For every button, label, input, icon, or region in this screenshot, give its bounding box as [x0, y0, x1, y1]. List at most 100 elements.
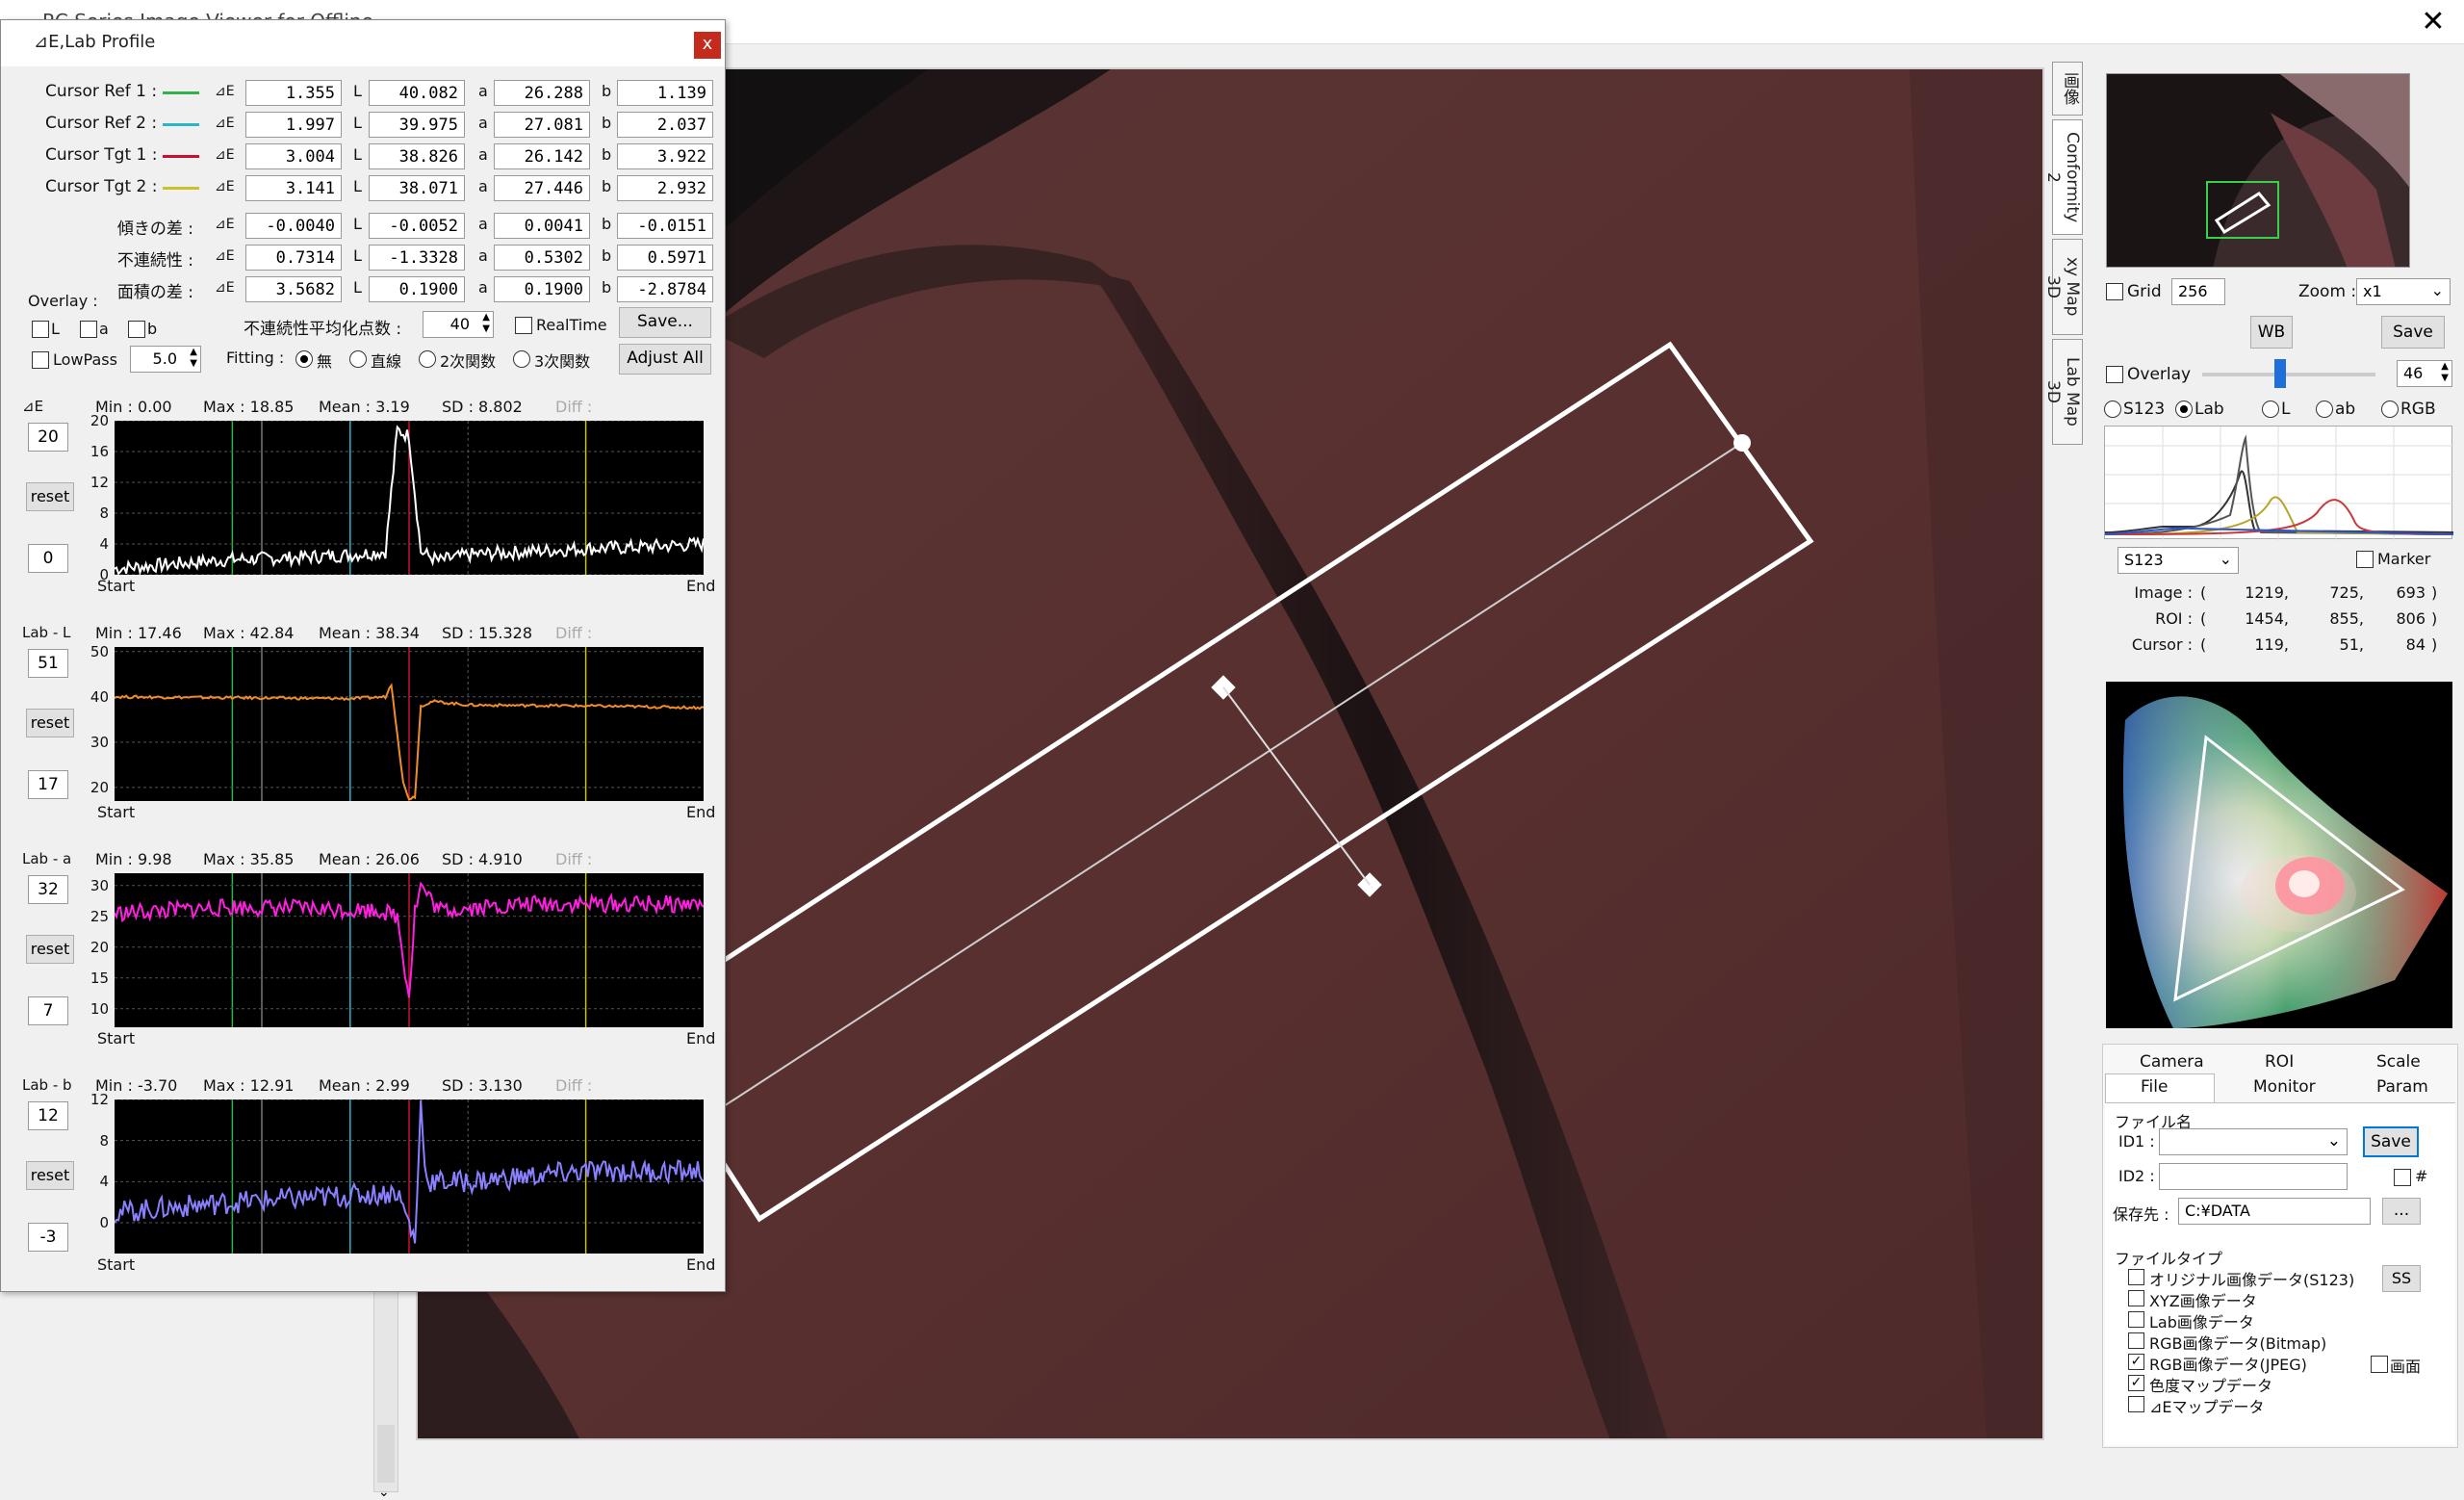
- scale-reset-button[interactable]: reset: [26, 482, 74, 511]
- zoom-select[interactable]: x1 ⌄: [2356, 278, 2451, 305]
- scale-min-input[interactable]: 0: [28, 544, 68, 573]
- mode-label-s123: S123: [2123, 400, 2166, 419]
- readout-v1: 1219,: [2245, 583, 2289, 602]
- mode-radio-s123[interactable]: [2104, 401, 2121, 418]
- ss-button[interactable]: SS: [2382, 1265, 2421, 1292]
- stat-sd: SD : 4.910: [442, 850, 523, 868]
- delta-e-label: ⊿E: [215, 248, 235, 264]
- spin-icon[interactable]: ▲ ▼: [482, 312, 490, 335]
- scale-reset-button[interactable]: reset: [26, 935, 74, 964]
- filetype-checkbox[interactable]: [2128, 1332, 2144, 1349]
- scale-min-input[interactable]: -3: [28, 1223, 68, 1252]
- profile-plot[interactable]: [114, 873, 705, 1027]
- y-tick-label: 12: [90, 474, 109, 491]
- hash-checkbox[interactable]: [2394, 1169, 2411, 1186]
- stat-sd: SD : 8.802: [442, 398, 523, 416]
- scale-max-input[interactable]: 32: [28, 875, 68, 904]
- mode-radio-rgb[interactable]: [2381, 401, 2399, 418]
- overlay-slider-thumb[interactable]: [2274, 359, 2286, 388]
- y-tick-label: 0: [99, 1214, 109, 1231]
- profile-save-button[interactable]: Save...: [619, 307, 711, 338]
- filetype-label: RGB画像データ(JPEG): [2149, 1356, 2307, 1374]
- tab-conformity-2[interactable]: Conformity 2: [2043, 119, 2083, 235]
- profile-plot[interactable]: [114, 647, 705, 801]
- tab-monitor[interactable]: Monitor: [2253, 1077, 2316, 1097]
- overlay-l-checkbox[interactable]: [32, 321, 49, 338]
- profile-plot[interactable]: [114, 420, 705, 577]
- fitting-radio-cubic[interactable]: [513, 350, 530, 368]
- overlay-a-checkbox[interactable]: [80, 321, 97, 338]
- tab-xy-map-3d[interactable]: xy Map 3D: [2043, 239, 2083, 335]
- filetype-checkbox[interactable]: ✓: [2128, 1375, 2144, 1391]
- b-value-field: -2.8784: [617, 276, 713, 302]
- scale-reset-button[interactable]: reset: [26, 709, 74, 737]
- scale-max-input[interactable]: 51: [28, 649, 68, 678]
- l-value-field: 0.1900: [369, 276, 465, 302]
- row-label: Cursor Ref 2 :: [45, 114, 158, 133]
- fitting-radio-linear[interactable]: [349, 350, 367, 368]
- y-tick-label: 4: [99, 535, 109, 553]
- scale-min-input[interactable]: 7: [28, 996, 68, 1025]
- dialog-close-button[interactable]: x: [694, 32, 721, 59]
- grid-checkbox[interactable]: [2106, 283, 2123, 300]
- filename-save-button[interactable]: Save: [2363, 1126, 2419, 1157]
- window-close-icon[interactable]: ✕: [2414, 6, 2452, 39]
- overlay-checkbox[interactable]: [2106, 366, 2123, 383]
- overlay-b-label: b: [147, 320, 158, 338]
- wb-button[interactable]: WB: [2250, 316, 2293, 349]
- browse-button[interactable]: ...: [2382, 1198, 2421, 1225]
- filetype-checkbox[interactable]: [2128, 1311, 2144, 1328]
- scrollbar-thumb[interactable]: [377, 1425, 395, 1483]
- filetype-checkbox[interactable]: [2128, 1269, 2144, 1285]
- filetype-checkbox[interactable]: ✓: [2128, 1354, 2144, 1370]
- tab-lab-map-3d[interactable]: Lab Map 3D: [2043, 339, 2083, 445]
- marker-checkbox[interactable]: [2356, 551, 2374, 568]
- lowpass-checkbox[interactable]: [32, 351, 49, 369]
- scale-max-input[interactable]: 20: [28, 423, 68, 452]
- spin-icon[interactable]: ▲ ▼: [190, 347, 197, 370]
- destination-input[interactable]: C:¥DATA: [2178, 1198, 2371, 1225]
- screen-checkbox[interactable]: [2371, 1356, 2388, 1373]
- readout-v2: 51,: [2339, 635, 2364, 654]
- id1-select[interactable]: ⌄: [2159, 1128, 2348, 1155]
- tab-param[interactable]: Param: [2376, 1077, 2428, 1097]
- overlay-b-checkbox[interactable]: [128, 321, 145, 338]
- thumbnail-save-button[interactable]: Save: [2381, 316, 2445, 349]
- adjust-all-button[interactable]: Adjust All: [619, 344, 711, 375]
- grid-size-input[interactable]: 256: [2171, 278, 2225, 305]
- tab-file[interactable]: File: [2105, 1073, 2215, 1102]
- a-value-field: 26.142: [494, 143, 590, 169]
- lowpass-input[interactable]: 5.0 ▲ ▼: [130, 346, 201, 373]
- tab-scale[interactable]: Scale: [2376, 1052, 2421, 1072]
- fitting-radio-quadratic[interactable]: [419, 350, 436, 368]
- stat-mean: Mean : 26.06: [319, 850, 420, 868]
- filetype-checkbox[interactable]: [2128, 1396, 2144, 1412]
- navigator-thumbnail[interactable]: [2106, 73, 2410, 268]
- tab-roi[interactable]: ROI: [2265, 1052, 2294, 1072]
- overlay-slider-track[interactable]: [2202, 373, 2375, 376]
- scale-min-input[interactable]: 17: [28, 770, 68, 799]
- overlay-value-input[interactable]: 46 ▲ ▼: [2397, 360, 2452, 387]
- chart-title: ⊿E: [22, 398, 44, 415]
- average-points-input[interactable]: 40 ▲ ▼: [423, 311, 494, 338]
- y-tick-label: 25: [90, 907, 109, 925]
- tab-camera[interactable]: Camera: [2140, 1052, 2204, 1072]
- mode-radio-ab[interactable]: [2316, 401, 2333, 418]
- fitting-radio-none[interactable]: [295, 350, 313, 368]
- id2-input[interactable]: [2159, 1163, 2348, 1190]
- mode-radio-lab[interactable]: [2175, 401, 2193, 418]
- scale-max-input[interactable]: 12: [28, 1101, 68, 1130]
- scroll-down-icon[interactable]: ⌄: [378, 1485, 390, 1500]
- scale-reset-button[interactable]: reset: [26, 1161, 74, 1190]
- tab-image[interactable]: 画像: [2052, 62, 2083, 116]
- realtime-checkbox[interactable]: [515, 317, 532, 334]
- filetype-checkbox[interactable]: [2128, 1290, 2144, 1306]
- profile-end-handle[interactable]: [1733, 434, 1751, 452]
- color-space-select[interactable]: S123 ⌄: [2118, 547, 2239, 574]
- profile-plot[interactable]: [114, 1099, 705, 1254]
- spin-icon[interactable]: ▲ ▼: [2441, 361, 2449, 384]
- chromaticity-diagram[interactable]: [2106, 682, 2452, 1028]
- row-label: Cursor Tgt 2 :: [45, 177, 158, 196]
- id2-label: ID2 :: [2118, 1167, 2155, 1185]
- mode-radio-l[interactable]: [2262, 401, 2279, 418]
